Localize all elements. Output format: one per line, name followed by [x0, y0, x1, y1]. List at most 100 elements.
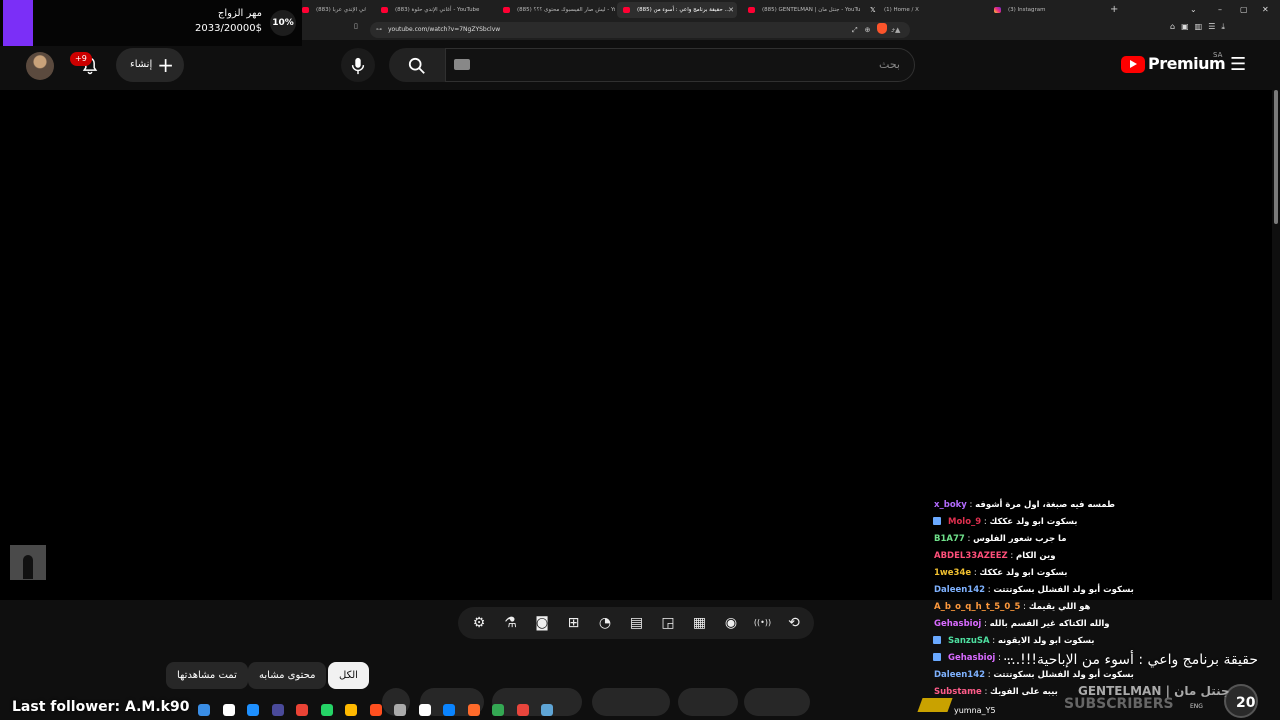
add-frame-icon[interactable]: ⊞: [565, 614, 583, 632]
account-avatar[interactable]: [26, 52, 54, 80]
subtitles-icon[interactable]: ▤: [628, 614, 646, 632]
bookmark-icon[interactable]: ▯: [354, 22, 358, 30]
chat-message: x_boky : طمسه فيه صبغة، اول مرة أشوفه: [930, 497, 1220, 514]
address-bar[interactable]: ⊶ youtube.com/watch?v=7NgZYSbclvw ⤢⊕▭⤴: [370, 22, 910, 38]
chip-all[interactable]: الكل: [328, 662, 369, 689]
browser-tab[interactable]: (883) أغاني الإندي حلوة - YouTube: [375, 2, 491, 18]
url-text[interactable]: youtube.com/watch?v=7NgZYSbclvw: [388, 22, 500, 38]
taskbar-app-icon[interactable]: [418, 704, 431, 716]
chat-separator: :: [1007, 551, 1016, 561]
youtube-logo-icon[interactable]: [1121, 56, 1145, 73]
plus-icon: +: [157, 53, 174, 77]
chat-message: B1A77 : ما جرب شعور الفلوس: [930, 531, 1220, 548]
taskbar-app-icon[interactable]: [247, 704, 259, 716]
broadcast-icon[interactable]: ((•)): [754, 614, 772, 632]
taskbar-app-icon[interactable]: [198, 704, 210, 716]
recent-event-user: yumna_Y5: [954, 706, 996, 715]
taskbar-app-icon[interactable]: [345, 704, 357, 716]
tab-label: (883) أغاني الإندي عربا - YouTube: [316, 7, 366, 13]
chat-message: Gehasbioj : والله الكتاكه غير الفسم بالل…: [930, 616, 1220, 633]
browser-tab[interactable]: (885) GENTELMAN | جنتل مان - YouTube: [742, 2, 860, 18]
taskbar-app-icon[interactable]: [271, 704, 284, 716]
chip-similar[interactable]: محتوى مشابه: [248, 662, 327, 689]
browser-tab[interactable]: (3) Instagram: [988, 2, 1106, 18]
browser-toolbar-icons[interactable]: ⌂▣▥☰⤓: [1170, 22, 1231, 32]
taskbar-app-icon[interactable]: [369, 704, 382, 716]
browser-tab[interactable]: (883) أغاني الإندي عربا - YouTube: [296, 2, 366, 18]
close-window-button[interactable]: ✕: [1262, 2, 1269, 18]
create-button[interactable]: إنشاء +: [116, 48, 184, 82]
taskbar-app-icon[interactable]: [467, 704, 480, 716]
search-button[interactable]: [389, 48, 445, 82]
taskbar-app-icon[interactable]: [516, 704, 529, 716]
last-follower-text: Last follower: A.M.k90: [12, 699, 190, 715]
chat-text: هو اللي يقيمك: [1028, 602, 1091, 612]
comments-button[interactable]: [678, 688, 738, 716]
lab-icon[interactable]: ⚗: [502, 614, 520, 632]
chat-username: SanzuSA: [948, 636, 990, 646]
search-input[interactable]: بحث: [445, 48, 915, 82]
chat-separator: :: [981, 517, 990, 527]
chat-username: Gehasbioj: [934, 619, 982, 629]
goal-amount: 2033/20000$: [195, 23, 262, 34]
system-tray[interactable]: ENG: [1190, 703, 1203, 710]
settings-icon[interactable]: ⚙: [470, 614, 488, 632]
live-chat-overlay: x_boky : طمسه فيه صبغة، اول مرة أشوفه Mol…: [930, 497, 1220, 701]
camera-icon[interactable]: ◙: [533, 614, 551, 632]
brave-rewards-icon[interactable]: ▲: [895, 22, 900, 38]
youtube-favicon-icon: [623, 7, 630, 13]
chat-username: Daleen142: [934, 670, 986, 680]
tab-list-icon[interactable]: ⌄: [1190, 2, 1197, 18]
browser-tab[interactable]: (885) ليش صار الفيسبوك محتوى ؟؟؟ - YouTu…: [497, 2, 615, 18]
minimize-button[interactable]: –: [1218, 2, 1222, 18]
taskbar-app-icon[interactable]: [443, 704, 455, 716]
youtube-favicon-icon: [302, 7, 309, 13]
goal-title: مهر الزواج: [217, 8, 262, 19]
chip-watched[interactable]: تمت مشاهدتها: [166, 662, 248, 689]
close-tab-icon[interactable]: ✕: [728, 2, 734, 18]
video-title: حقيقة برنامج واعي : أسوء من الإباحية!!!.…: [1006, 652, 1258, 668]
speed-icon[interactable]: ◔: [596, 614, 614, 632]
chat-separator: :: [981, 619, 990, 629]
taskbar-app-icon[interactable]: [222, 704, 235, 716]
chat-username: Molo_9: [948, 517, 982, 527]
chat-username: Gehasbioj: [948, 653, 996, 663]
chat-message: SanzuSA : بسكوت ابو ولد الايقونه: [930, 633, 1220, 650]
share-button[interactable]: [592, 688, 670, 716]
page-scrollbar[interactable]: [1272, 40, 1280, 720]
guide-menu-icon[interactable]: ☰: [1230, 54, 1246, 75]
chat-message: ABDEL33AZEEZ : وين الكام: [930, 548, 1220, 565]
chat-separator: :: [989, 636, 998, 646]
x-logo-icon: 𝕏: [870, 6, 876, 14]
eye-icon[interactable]: ◉: [722, 614, 740, 632]
taskbar-app-icon[interactable]: [394, 704, 406, 716]
search-icon: [408, 57, 425, 74]
chat-message: A_b_o_q_h_t_5_0_5 : هو اللي يقيمك: [930, 599, 1220, 616]
youtube-favicon-icon: [748, 7, 755, 13]
loop-icon[interactable]: ⟲: [785, 614, 803, 632]
taskbar-app-icon[interactable]: [320, 704, 333, 716]
scrollbar-thumb[interactable]: [1274, 90, 1278, 224]
chat-text: بيبه على الفوبك: [990, 687, 1058, 697]
clapper-icon[interactable]: ▦: [691, 614, 709, 632]
chat-username: A_b_o_q_h_t_5_0_5: [934, 602, 1021, 612]
chat-separator: :: [964, 534, 974, 544]
browser-tab[interactable]: 𝕏 (1) Home / X: [864, 2, 982, 18]
voice-search-button[interactable]: [341, 48, 375, 82]
notification-count-badge: +9: [70, 52, 92, 66]
site-info-icon[interactable]: ⊶: [376, 22, 382, 38]
taskbar-app-icon[interactable]: [492, 704, 504, 716]
chat-username: Substame: [934, 687, 982, 697]
platform-badge-icon: [933, 517, 941, 525]
taskbar-app-icon[interactable]: [541, 704, 553, 716]
maximize-button[interactable]: ▢: [1240, 2, 1248, 18]
chat-separator: :: [995, 653, 1004, 663]
chat-text: بسكوت ابو ولد عككك: [979, 568, 1068, 578]
keyboard-icon[interactable]: [454, 59, 470, 70]
browser-tab[interactable]: (885) حقيقة برنامج واعي : أسوء من ... ✕: [617, 2, 737, 18]
taskbar-app-icon[interactable]: [296, 704, 308, 716]
new-tab-button[interactable]: +: [1110, 2, 1118, 18]
brave-shield-icon[interactable]: [877, 23, 887, 34]
pip-icon[interactable]: ◲: [659, 614, 677, 632]
like-button[interactable]: [744, 688, 810, 716]
